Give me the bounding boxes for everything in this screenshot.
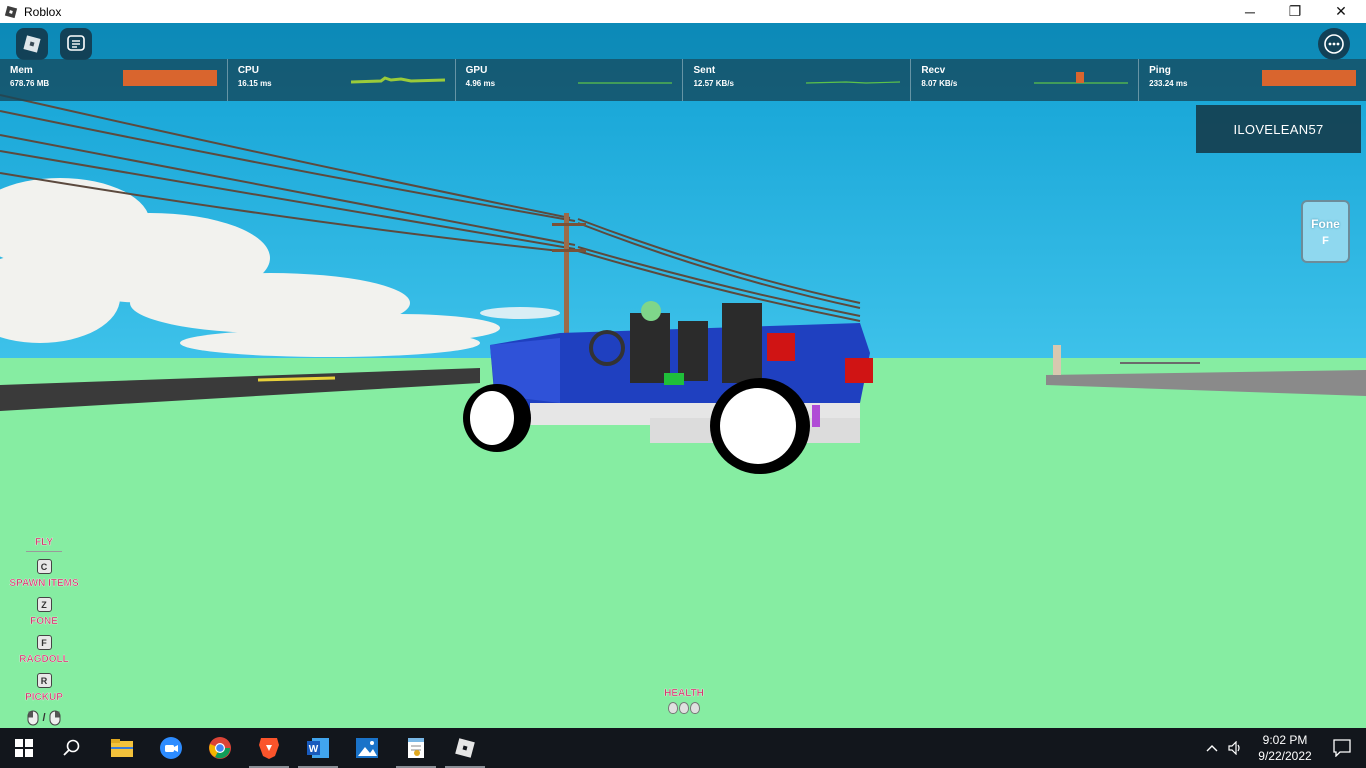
- zoom-icon[interactable]: [147, 728, 195, 768]
- left-mouse-icon: [27, 710, 39, 726]
- volume-icon[interactable]: [1224, 728, 1248, 768]
- stat-gpu[interactable]: GPU 4.96 ms: [456, 59, 684, 101]
- key-r: R: [36, 673, 52, 688]
- more-icon: [1324, 34, 1344, 54]
- control-label-fone: Fone: [30, 616, 58, 627]
- right-mouse-icon: [49, 710, 61, 726]
- stat-ping[interactable]: Ping 233.24 ms: [1139, 59, 1366, 101]
- close-button[interactable]: ✕: [1318, 0, 1364, 23]
- mouse-separator: /: [42, 712, 46, 724]
- stat-graph: [122, 70, 217, 86]
- system-clock[interactable]: 9:02 PM 9/22/2022: [1250, 732, 1320, 764]
- divider: [26, 551, 62, 552]
- control-label-ragdoll: Ragdoll: [19, 654, 69, 665]
- mouse-buttons: /: [27, 710, 61, 726]
- distant-npc: [1053, 345, 1061, 375]
- roblox-topbar: [0, 23, 1366, 59]
- fone-key: F: [1322, 234, 1329, 247]
- stat-cpu[interactable]: CPU 16.15 ms: [228, 59, 456, 101]
- window-title: Roblox: [24, 4, 62, 19]
- brave-icon[interactable]: [245, 728, 293, 768]
- photos-icon[interactable]: [343, 728, 391, 768]
- health-hearts: [668, 702, 700, 714]
- heart-icon: [690, 702, 700, 714]
- stat-recv[interactable]: Recv 8.07 KB/s: [911, 59, 1140, 101]
- windows-start-icon[interactable]: [0, 728, 48, 768]
- restore-button[interactable]: ❐: [1272, 0, 1318, 23]
- stat-mem[interactable]: Mem 678.76 MB: [0, 59, 228, 101]
- chat-button[interactable]: [60, 28, 92, 60]
- clock-date: 9/22/2022: [1258, 749, 1312, 763]
- control-label-pickup: Pickup: [25, 692, 63, 703]
- word-icon[interactable]: W: [294, 728, 342, 768]
- game-scene: [0, 23, 1366, 728]
- stat-graph: [578, 82, 673, 84]
- file-explorer-icon[interactable]: [98, 728, 146, 768]
- roblox-icon[interactable]: [441, 728, 489, 768]
- fone-label: Fone: [1311, 216, 1340, 231]
- windows-taskbar: W 9:02 PM 9/22/2022: [0, 728, 1366, 768]
- health-display: Health: [664, 688, 704, 714]
- clock-time: 9:02 PM: [1262, 733, 1308, 747]
- key-c: C: [36, 559, 52, 574]
- stat-graph: [350, 76, 445, 84]
- stat-sent[interactable]: Sent 12.57 KB/s: [683, 59, 912, 101]
- health-label: Health: [664, 688, 704, 699]
- minimize-button[interactable]: ─: [1227, 0, 1273, 23]
- chat-icon: [67, 35, 85, 51]
- control-label-spawn-items: Spawn Items: [9, 578, 79, 589]
- game-viewport[interactable]: [0, 23, 1366, 728]
- svg-text:W: W: [309, 744, 319, 755]
- roblox-menu-button[interactable]: [16, 28, 48, 60]
- performance-stats-bar: Mem 678.76 MB CPU 16.15 ms GPU 4.96 ms S…: [0, 59, 1366, 101]
- more-options-button[interactable]: [1318, 28, 1350, 60]
- chrome-icon[interactable]: [196, 728, 244, 768]
- control-label-fly: Fly: [35, 537, 53, 548]
- stat-graph: [806, 81, 901, 84]
- key-f: F: [36, 635, 52, 650]
- stat-graph: [1034, 72, 1129, 84]
- heart-icon: [679, 702, 689, 714]
- chevron-up-icon[interactable]: [1200, 728, 1224, 768]
- key-z: Z: [36, 597, 52, 612]
- player-username-tag[interactable]: ILOVELEAN57: [1196, 105, 1361, 153]
- fone-button[interactable]: Fone F: [1301, 200, 1350, 263]
- road-marking: [257, 376, 336, 382]
- notepad-icon[interactable]: [392, 728, 440, 768]
- heart-icon: [668, 702, 678, 714]
- stat-graph: [1261, 70, 1356, 86]
- window-titlebar: Roblox: [0, 0, 1366, 23]
- roblox-logo-icon: [4, 5, 18, 18]
- controls-legend: Fly C Spawn Items Z Fone F Ragdoll R Pic…: [8, 537, 80, 726]
- notifications-icon[interactable]: [1318, 728, 1366, 768]
- search-icon[interactable]: [48, 728, 96, 768]
- roblox-logo-icon: [23, 35, 41, 53]
